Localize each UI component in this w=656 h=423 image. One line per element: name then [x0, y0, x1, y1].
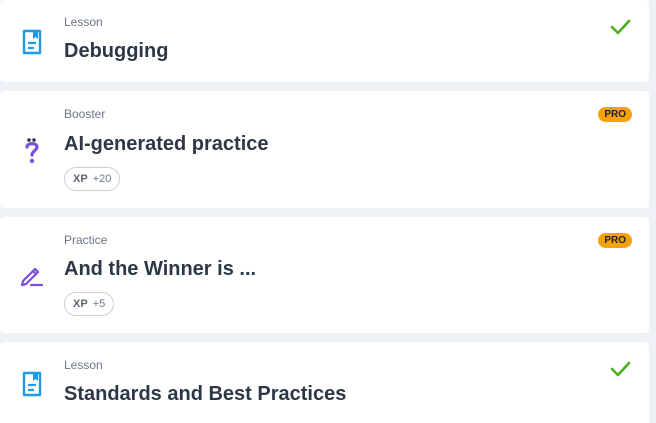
lesson-document-icon — [18, 28, 46, 56]
item-type-label: Practice — [64, 233, 108, 247]
booster-question-icon — [18, 138, 46, 166]
completed-check-icon — [609, 16, 631, 38]
lesson-document-icon — [18, 370, 46, 398]
learning-path-list: Lesson Debugging Booster AI-generated pr… — [0, 0, 656, 423]
xp-value: +5 — [92, 298, 106, 310]
practice-pencil-icon — [18, 261, 46, 289]
item-type-label: Lesson — [64, 15, 103, 29]
pro-badge: PRO — [598, 233, 632, 248]
xp-label: XP — [73, 298, 88, 310]
list-item-booster-ai-practice[interactable]: Booster AI-generated practice XP +20 PRO — [0, 91, 649, 208]
item-type-label: Booster — [64, 107, 106, 121]
item-title: Debugging — [64, 40, 169, 62]
list-item-lesson-standards[interactable]: Lesson Standards and Best Practices — [0, 342, 649, 423]
item-title: AI-generated practice — [64, 133, 269, 155]
item-title: Standards and Best Practices — [64, 383, 347, 405]
completed-check-icon — [609, 358, 631, 380]
xp-value: +20 — [92, 173, 112, 185]
xp-label: XP — [73, 173, 88, 185]
xp-reward-chip: XP +5 — [64, 292, 115, 316]
list-item-lesson-debugging[interactable]: Lesson Debugging — [0, 0, 649, 82]
item-type-label: Lesson — [64, 358, 103, 372]
list-item-practice-winner[interactable]: Practice And the Winner is ... XP +5 PRO — [0, 217, 649, 333]
pro-badge: PRO — [598, 107, 632, 122]
item-title: And the Winner is ... — [64, 258, 257, 280]
xp-reward-chip: XP +20 — [64, 167, 121, 191]
